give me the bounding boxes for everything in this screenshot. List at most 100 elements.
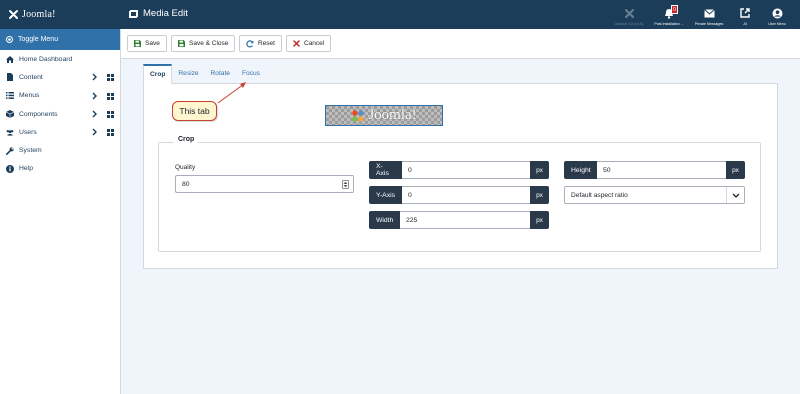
sidebar-item-label: Menus (19, 92, 40, 100)
info-icon (6, 164, 14, 173)
tab-focus[interactable]: Focus (236, 64, 266, 83)
chevron-down-icon (726, 187, 744, 203)
header-item-joomla-version[interactable]: Joomla! 4.0 (v4.0) (610, 3, 648, 27)
width-group: Width 225 px (369, 211, 549, 229)
chevron-right-icon[interactable] (92, 73, 97, 81)
header-item-label: User Menu (768, 22, 786, 26)
header-item-post-installation[interactable]: 0 Post Installation ... (650, 3, 688, 27)
envelope-icon (703, 8, 715, 17)
sidebar-item-menus[interactable]: Menus (0, 87, 120, 105)
joomla-icon (624, 8, 634, 18)
images-icon (129, 9, 138, 18)
users-icon (6, 129, 14, 136)
dashboard-grid-icon[interactable] (107, 110, 114, 118)
file-icon (7, 73, 13, 82)
sidebar-item-system[interactable]: System (0, 141, 120, 159)
height-input[interactable]: 50 (597, 161, 726, 179)
external-link-icon (740, 8, 750, 18)
quality-label: Quality (175, 164, 196, 171)
page-title-text: Media Edit (143, 8, 188, 19)
reset-button[interactable]: Reset (239, 35, 282, 52)
x-axis-input[interactable]: 0 (402, 161, 530, 179)
sidebar-item-help[interactable]: Help (0, 160, 120, 178)
joomla-logo-icon (352, 109, 364, 122)
preview-logo-text: Joomla! (368, 107, 417, 123)
width-unit: px (530, 211, 549, 229)
toggle-menu-label: Toggle Menu (18, 36, 59, 43)
sidebar: Toggle Menu Home Dashboard Content Menus… (0, 29, 121, 394)
dashboard-grid-icon[interactable] (107, 74, 114, 82)
x-axis-label: X-Axis (369, 161, 402, 179)
header-item-private-messages[interactable]: Private Messages (690, 3, 728, 27)
sidebar-item-label: Components (19, 110, 58, 118)
user-circle-icon (772, 8, 782, 18)
editor-tabs: Crop Resize Rotate Focus (143, 64, 266, 84)
annotation-callout: This tab (172, 101, 217, 121)
tab-rotate[interactable]: Rotate (205, 64, 236, 83)
chevron-right-icon[interactable] (92, 110, 97, 118)
header-item-site-link[interactable]: J4 (730, 3, 760, 27)
header-item-label: J4 (743, 22, 747, 26)
cube-icon (6, 110, 14, 119)
dashboard-grid-icon[interactable] (107, 92, 114, 100)
save-icon (134, 40, 141, 47)
joomla-logo-icon (9, 10, 18, 19)
chevron-right-icon[interactable] (92, 128, 97, 136)
save-icon (178, 40, 185, 47)
sidebar-item-label: Help (19, 165, 33, 173)
header-item-user-menu[interactable]: User Menu (762, 3, 792, 27)
y-axis-group: Y-Axis 0 px (369, 186, 549, 204)
dashboard-grid-icon[interactable] (107, 129, 114, 137)
crop-legend: Crop (174, 136, 199, 143)
tab-crop[interactable]: Crop (143, 64, 173, 84)
quality-stepper[interactable] (342, 180, 349, 189)
logo-text: Joomla! (22, 9, 56, 20)
cancel-button[interactable]: Cancel (286, 35, 332, 52)
header-item-label: Post Installation ... (654, 22, 684, 26)
y-axis-input[interactable]: 0 (402, 186, 530, 204)
width-input[interactable]: 225 (400, 211, 530, 229)
notification-badge: 0 (671, 5, 678, 14)
quality-value: 80 (182, 180, 190, 188)
sidebar-item-components[interactable]: Components (0, 105, 120, 123)
y-axis-label: Y-Axis (369, 186, 402, 204)
save-close-button-label: Save & Close (189, 40, 229, 47)
refresh-icon (246, 39, 254, 47)
header-bar: Joomla! Media Edit Joomla! 4.0 (v4.0) 0 … (0, 0, 800, 29)
sidebar-item-label: Content (19, 73, 43, 81)
reset-button-label: Reset (258, 40, 275, 47)
width-label: Width (369, 211, 400, 229)
list-icon (6, 92, 14, 100)
save-button[interactable]: Save (127, 35, 167, 52)
wrench-icon (6, 147, 14, 155)
sidebar-item-home-dashboard[interactable]: Home Dashboard (0, 50, 120, 68)
home-icon (6, 55, 14, 63)
sidebar-item-label: System (19, 147, 42, 155)
image-preview[interactable]: Joomla! (325, 105, 443, 126)
save-close-button[interactable]: Save & Close (171, 35, 236, 52)
sidebar-item-label: Users (19, 128, 37, 136)
header-item-label: Private Messages (694, 22, 724, 26)
quality-input[interactable]: 80 (175, 175, 354, 193)
sidebar-item-content[interactable]: Content (0, 68, 120, 86)
save-button-label: Save (145, 40, 160, 47)
header-item-label: Joomla! 4.0 (v4.0) (614, 22, 644, 26)
height-label: Height (564, 161, 597, 179)
chevron-right-icon[interactable] (92, 92, 97, 100)
tab-resize[interactable]: Resize (172, 64, 204, 83)
page-title: Media Edit (129, 8, 188, 19)
height-group: Height 50 px (564, 161, 745, 179)
sidebar-item-users[interactable]: Users (0, 123, 120, 141)
toolbar: Save Save & Close Reset Cancel (121, 29, 800, 59)
aspect-ratio-value: Default aspect ratio (571, 191, 628, 199)
x-axis-group: X-Axis 0 px (369, 161, 549, 179)
height-unit: px (726, 161, 745, 179)
cancel-button-label: Cancel (304, 40, 325, 47)
close-icon (293, 40, 300, 47)
aspect-ratio-select[interactable]: Default aspect ratio (564, 186, 745, 204)
stepper-arrows-icon (343, 181, 348, 188)
x-axis-unit: px (530, 161, 549, 179)
joomla-logo[interactable]: Joomla! (8, 8, 56, 21)
toggle-menu-button[interactable]: Toggle Menu (0, 29, 120, 50)
sidebar-item-label: Home Dashboard (19, 55, 73, 63)
